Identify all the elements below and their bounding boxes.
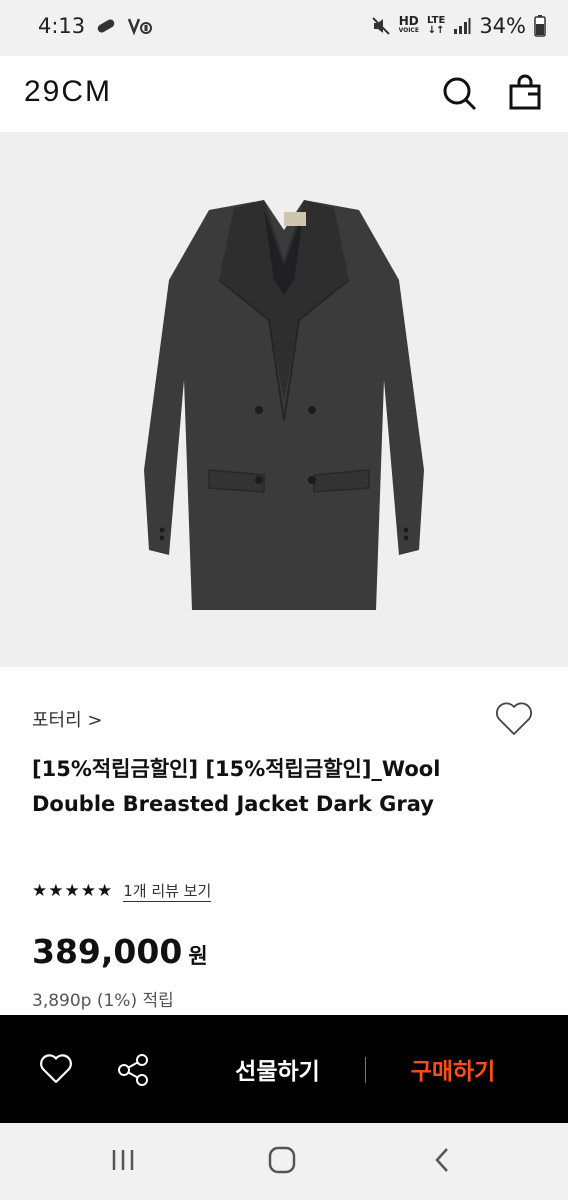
product-image[interactable]	[0, 132, 568, 667]
pill-icon	[97, 19, 115, 33]
shopping-bag-icon[interactable]	[506, 74, 544, 112]
search-icon[interactable]	[440, 74, 478, 112]
price-value: 389,000	[32, 932, 183, 971]
voice-label: VOICE	[398, 27, 419, 34]
signal-icon	[454, 18, 471, 34]
battery-icon	[534, 15, 546, 37]
like-heart-icon[interactable]	[38, 1052, 74, 1086]
battery-percent: 34%	[479, 14, 526, 38]
wishlist-heart-icon[interactable]	[494, 700, 534, 738]
status-bar: 4:13 HD VOICE LTE ↓↑ 34%	[0, 0, 568, 56]
hd-voice-indicator: HD VOICE	[398, 14, 419, 36]
reward-points: 3,890p (1%) 적립	[32, 991, 174, 1011]
button-divider	[365, 1057, 366, 1083]
status-time: 4:13	[38, 14, 86, 38]
gift-button[interactable]: 선물하기	[190, 1015, 365, 1123]
star-rating-icon: ★★★★★	[32, 881, 114, 901]
back-icon[interactable]	[428, 1145, 458, 1175]
jacket-image	[144, 199, 424, 610]
app-header: 29CM	[0, 56, 568, 132]
brand-link[interactable]: 포터리 >	[32, 706, 102, 732]
recent-apps-icon[interactable]	[108, 1145, 138, 1175]
status-right: HD VOICE LTE ↓↑ 34%	[371, 14, 546, 38]
vpn-key-icon	[128, 18, 153, 36]
review-link[interactable]: 1개 리뷰 보기	[123, 880, 212, 902]
buy-bar: 선물하기 구매하기	[0, 1015, 568, 1123]
product-title: [15%적립금할인] [15%적립금할인]_Wool Double Breast…	[32, 757, 441, 816]
lte-indicator: LTE ↓↑	[427, 16, 445, 36]
price: 389,000 원	[32, 932, 208, 971]
data-arrows-icon: ↓↑	[427, 25, 445, 36]
price-unit: 원	[188, 944, 208, 968]
logo[interactable]: 29CM	[24, 75, 112, 109]
hd-label: HD	[398, 14, 419, 28]
mute-icon	[371, 17, 390, 35]
rating-row: ★★★★★ 1개 리뷰 보기	[32, 880, 212, 902]
share-icon[interactable]	[116, 1052, 152, 1088]
home-icon[interactable]	[267, 1145, 297, 1175]
status-left: 4:13	[38, 14, 153, 38]
system-nav-bar	[0, 1123, 568, 1200]
buy-button[interactable]: 구매하기	[368, 1015, 538, 1123]
